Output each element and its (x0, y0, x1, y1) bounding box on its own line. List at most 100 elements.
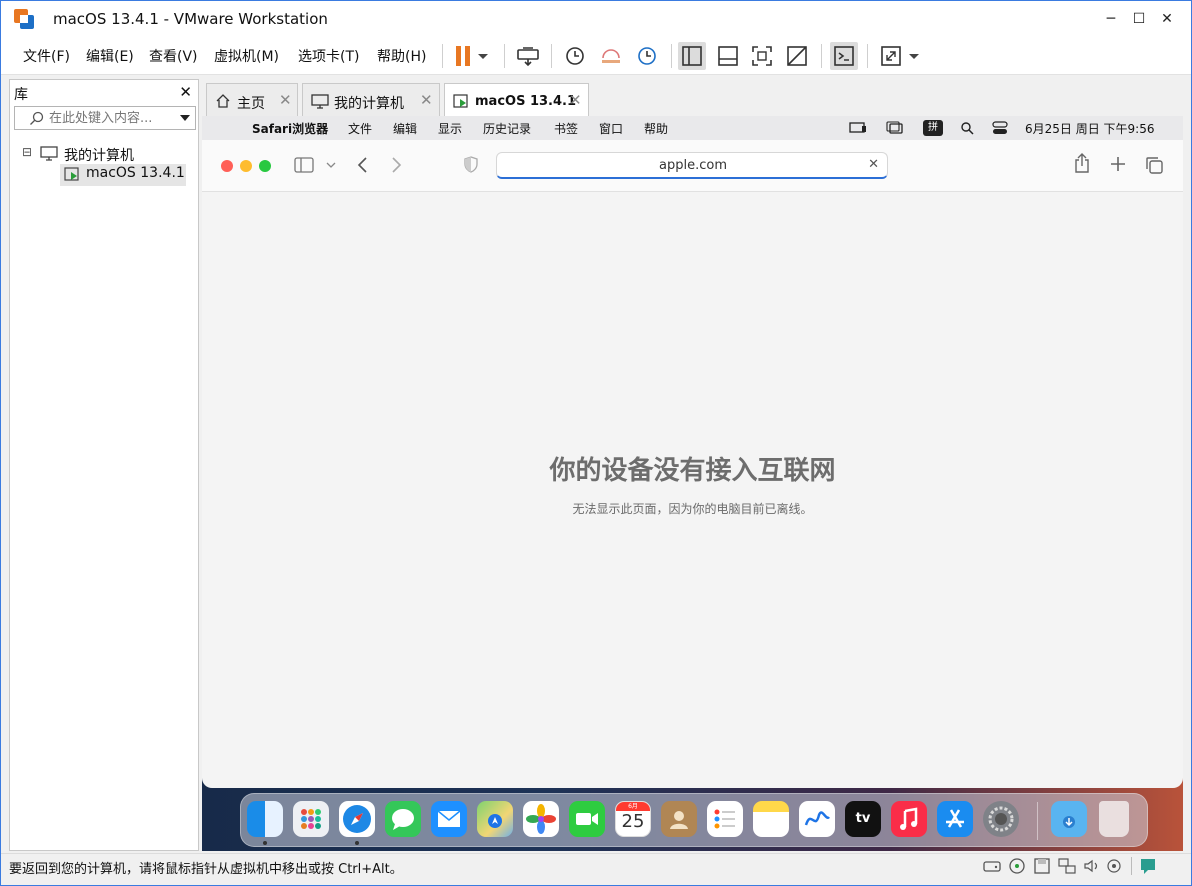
mac-menu-edit[interactable]: 编辑 (393, 120, 417, 137)
privacy-shield-icon[interactable] (464, 156, 478, 173)
mac-menu-safari[interactable]: Safari浏览器 (252, 120, 328, 137)
clear-url-icon[interactable]: ✕ (868, 157, 879, 172)
console-icon[interactable] (830, 42, 858, 70)
vm-display[interactable]: Safari浏览器 文件 编辑 显示 历史记录 书签 窗口 帮助 拼 6月25日… (202, 116, 1183, 851)
offline-subtitle: 无法显示此页面，因为你的电脑目前已离线。 (572, 502, 813, 516)
music-icon[interactable] (891, 801, 927, 837)
envelope-icon (437, 810, 461, 827)
calendar-icon[interactable]: 6月 25 (615, 801, 651, 837)
toolbar-divider (671, 44, 672, 68)
forward-icon[interactable] (391, 156, 403, 174)
system-settings-icon[interactable] (983, 801, 1019, 837)
maximize-button[interactable]: ☐ (1127, 7, 1151, 31)
control-center-icon[interactable] (992, 121, 1008, 135)
launchpad-icon[interactable] (293, 801, 329, 837)
snapshot-icon[interactable] (561, 42, 589, 70)
minimize-window-button[interactable] (240, 160, 252, 172)
maps-icon[interactable] (477, 801, 513, 837)
stage-manager-icon[interactable] (886, 121, 904, 135)
hard-disk-icon[interactable] (983, 857, 1001, 875)
close-window-button[interactable] (221, 160, 233, 172)
stretch-icon[interactable] (877, 42, 905, 70)
mac-menu-window[interactable]: 窗口 (599, 120, 623, 137)
messages-icon[interactable] (385, 801, 421, 837)
facetime-icon[interactable] (569, 801, 605, 837)
new-tab-icon[interactable] (1110, 156, 1126, 172)
status-bar: 要返回到您的计算机，请将鼠标指针从虚拟机中移出或按 Ctrl+Alt。 (1, 853, 1191, 877)
library-search[interactable] (14, 106, 196, 130)
tab-close-icon[interactable]: ✕ (420, 91, 433, 109)
screen-mirroring-icon[interactable] (849, 121, 867, 135)
mac-clock[interactable]: 6月25日 周日 下午9:56 (1025, 120, 1154, 137)
unity-icon[interactable] (783, 42, 811, 70)
mac-menu-history[interactable]: 历史记录 (483, 120, 531, 137)
network-icon[interactable] (1058, 857, 1076, 875)
tab-macos[interactable]: macOS 13.4.1 ✕ (444, 83, 589, 118)
dropdown-icon[interactable] (475, 42, 491, 70)
app-store-icon[interactable] (937, 801, 973, 837)
fullscreen-icon[interactable] (748, 42, 776, 70)
tv-icon[interactable]: tv (845, 801, 881, 837)
mail-icon[interactable] (431, 801, 467, 837)
menu-view[interactable]: 查看(V) (149, 46, 198, 66)
mac-menu-file[interactable]: 文件 (348, 120, 372, 137)
spotlight-icon[interactable] (960, 121, 974, 135)
contacts-icon[interactable] (661, 801, 697, 837)
safari-icon[interactable] (339, 801, 375, 837)
pause-icon[interactable] (450, 42, 478, 70)
search-icon (30, 111, 44, 125)
menu-tabs[interactable]: 选项卡(T) (298, 46, 359, 66)
tab-my-computer[interactable]: 我的计算机 ✕ (302, 83, 440, 117)
share-icon[interactable] (1074, 153, 1090, 173)
downloads-icon[interactable] (1051, 801, 1087, 837)
snapshot-manager-icon[interactable] (633, 42, 661, 70)
minimize-button[interactable]: ─ (1099, 7, 1123, 31)
photos-icon[interactable] (523, 801, 559, 837)
menu-edit[interactable]: 编辑(E) (86, 46, 134, 66)
library-close-button[interactable]: ✕ (179, 83, 192, 101)
close-button[interactable]: ✕ (1155, 7, 1179, 31)
status-divider (1131, 857, 1132, 875)
chevron-down-icon[interactable] (326, 161, 336, 169)
tab-close-icon[interactable]: ✕ (279, 91, 292, 109)
back-icon[interactable] (356, 156, 368, 174)
menu-help[interactable]: 帮助(H) (377, 46, 426, 66)
message-log-icon[interactable] (1139, 857, 1157, 875)
mac-menu-bar: Safari浏览器 文件 编辑 显示 历史记录 书签 窗口 帮助 拼 6月25日… (202, 116, 1183, 140)
tree-collapse-toggle[interactable]: ⊟ (22, 145, 32, 159)
mac-menu-help[interactable]: 帮助 (644, 120, 668, 137)
floppy-icon[interactable] (1033, 857, 1051, 875)
tab-overview-icon[interactable] (1145, 156, 1163, 174)
tab-home[interactable]: 主页 ✕ (206, 83, 298, 117)
freeform-icon[interactable] (799, 801, 835, 837)
chevron-down-icon[interactable] (179, 113, 191, 123)
trash-icon[interactable] (1099, 801, 1129, 837)
revert-snapshot-icon[interactable] (597, 42, 625, 70)
menu-vm[interactable]: 虚拟机(M) (214, 46, 279, 66)
zoom-window-button[interactable] (259, 160, 271, 172)
menu-file[interactable]: 文件(F) (23, 46, 70, 66)
send-ctrl-alt-del-icon[interactable] (514, 42, 542, 70)
sidebar-icon[interactable] (294, 157, 314, 173)
finder-icon[interactable] (247, 801, 283, 837)
usb-device-icon[interactable] (1105, 857, 1123, 875)
library-view-icon[interactable] (678, 42, 706, 70)
tab-close-icon[interactable]: ✕ (569, 91, 582, 109)
tree-item-macos[interactable]: macOS 13.4.1 (86, 165, 185, 181)
search-input[interactable] (49, 109, 169, 127)
dropdown-icon[interactable] (906, 42, 922, 70)
mac-menu-view[interactable]: 显示 (438, 120, 462, 137)
reminders-icon[interactable] (707, 801, 743, 837)
offline-title: 你的设备没有接入互联网 (549, 456, 836, 486)
address-bar[interactable]: apple.com ✕ (496, 152, 888, 179)
sound-icon[interactable] (1083, 857, 1101, 875)
input-method-indicator[interactable]: 拼 (923, 120, 943, 136)
menu-toolbar: 文件(F) 编辑(E) 查看(V) 虚拟机(M) 选项卡(T) 帮助(H) (1, 37, 1191, 75)
notes-icon[interactable] (753, 801, 789, 837)
tree-item-selected[interactable]: macOS 13.4.1 (60, 164, 186, 186)
mac-menu-bookmarks[interactable]: 书签 (554, 120, 578, 137)
thumbnail-view-icon[interactable] (714, 42, 742, 70)
tree-item-my-computer[interactable]: 我的计算机 (64, 145, 134, 165)
vm-running-icon (453, 94, 468, 108)
cd-icon[interactable] (1008, 857, 1026, 875)
